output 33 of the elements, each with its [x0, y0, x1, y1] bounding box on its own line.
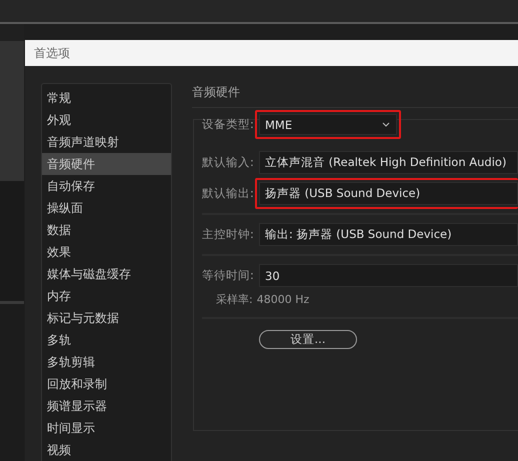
- category-item[interactable]: 标记与元数据: [42, 307, 171, 329]
- category-item[interactable]: 视频: [42, 439, 171, 461]
- select-field[interactable]: 输出: 扬声器 (USB Sound Device): [259, 223, 518, 246]
- category-item[interactable]: 多轨: [42, 329, 171, 351]
- category-item[interactable]: 外观: [42, 109, 171, 131]
- category-item[interactable]: 自动保存: [42, 175, 171, 197]
- select-field[interactable]: 扬声器 (USB Sound Device): [259, 182, 518, 205]
- select-field[interactable]: 30: [259, 264, 518, 287]
- settings-button[interactable]: 设置...: [259, 330, 357, 349]
- category-item[interactable]: 音频声道映射: [42, 131, 171, 153]
- category-item[interactable]: 数据: [42, 219, 171, 241]
- category-item[interactable]: 音频硬件: [42, 153, 171, 175]
- category-item[interactable]: 频谱显示器: [42, 395, 171, 417]
- category-item[interactable]: 多轨剪辑: [42, 351, 171, 373]
- section-heading: 音频硬件: [192, 84, 518, 108]
- category-item[interactable]: 时间显示: [42, 417, 171, 439]
- chevron-down-icon: [382, 122, 390, 127]
- field-label: 默认输入:: [202, 155, 255, 170]
- field-label: 采样率:: [216, 292, 253, 306]
- category-item[interactable]: 效果: [42, 241, 171, 263]
- category-item[interactable]: 媒体与磁盘缓存: [42, 263, 171, 285]
- category-item[interactable]: 回放和录制: [42, 373, 171, 395]
- field-label: 设备类型:: [202, 117, 255, 132]
- dialog-title: 首选项: [25, 40, 518, 66]
- category-item[interactable]: 操纵面: [42, 197, 171, 219]
- category-item[interactable]: 常规: [42, 87, 171, 109]
- sample-rate-value: 48000 Hz: [256, 292, 310, 306]
- select-field[interactable]: 立体声混音 (Realtek High Definition Audio): [259, 151, 518, 174]
- field-label: 主控时钟:: [202, 227, 255, 242]
- field-label: 等待时间:: [202, 268, 255, 283]
- field-label: 默认输出:: [202, 186, 255, 201]
- category-item[interactable]: 内存: [42, 285, 171, 307]
- dropdown[interactable]: MME: [259, 114, 397, 135]
